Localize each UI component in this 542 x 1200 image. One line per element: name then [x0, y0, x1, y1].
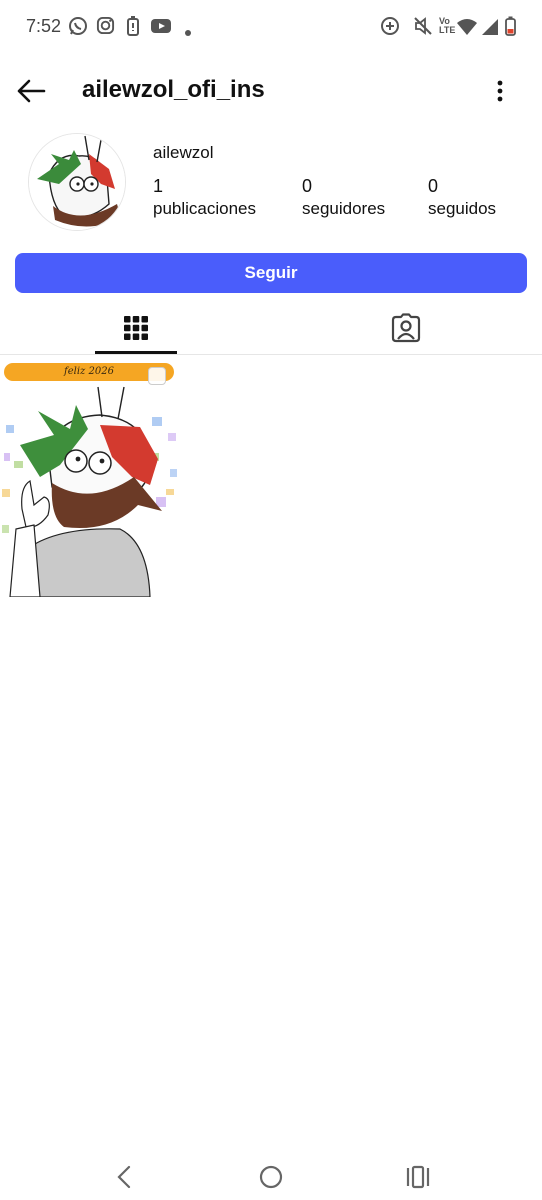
more-vertical-icon: [497, 80, 503, 102]
mute-icon: [413, 16, 433, 41]
avatar-illustration: [29, 134, 125, 230]
nav-back-button[interactable]: [110, 1162, 140, 1192]
dot-icon: [185, 23, 191, 41]
system-nav-bar: [0, 1150, 542, 1200]
nav-home-icon: [259, 1165, 283, 1189]
display-name: ailewzol: [153, 143, 214, 162]
status-time: 7:52: [26, 16, 62, 36]
stat-posts-label: publicaciones: [153, 199, 257, 218]
tab-posts-grid[interactable]: [95, 300, 177, 355]
header-username: ailewzol_ofi_ins: [82, 76, 265, 103]
stat-followers[interactable]: 0 seguidores: [302, 175, 385, 221]
stat-following-value: 0: [428, 176, 439, 196]
volte-icon: Vo LTE: [439, 17, 455, 35]
back-button[interactable]: [14, 74, 48, 108]
tab-tagged[interactable]: [365, 300, 447, 355]
signal-icon: [481, 18, 499, 41]
grid-icon: [124, 315, 148, 340]
post-thumbnail[interactable]: feliz 2026: [0, 357, 179, 597]
carousel-icon: [148, 367, 166, 385]
post-illustration: [0, 357, 179, 597]
avatar[interactable]: [28, 133, 126, 231]
youtube-icon: [150, 16, 172, 41]
volte-label-bottom: LTE: [439, 25, 456, 35]
profile-header: ailewzol_ofi_ins: [0, 66, 542, 116]
status-bar: 7:52 Vo LTE: [0, 0, 542, 56]
battery-saver-icon: [127, 16, 139, 41]
arrow-left-icon: [17, 79, 46, 103]
follow-button[interactable]: Seguir: [15, 253, 527, 293]
nav-recents-icon: [406, 1165, 430, 1189]
stat-following-label: seguidos: [428, 199, 497, 218]
tagged-person-icon: [391, 312, 421, 342]
nav-back-icon: [117, 1165, 131, 1189]
instagram-icon: [96, 16, 115, 40]
battery-icon: [505, 16, 516, 41]
stat-posts[interactable]: 1 publicaciones: [153, 175, 256, 221]
stat-following[interactable]: 0 seguidos: [428, 175, 496, 221]
stat-posts-value: 1: [153, 176, 164, 196]
active-tab-indicator: [95, 351, 177, 354]
nav-recents-button[interactable]: [403, 1162, 433, 1192]
nav-home-button[interactable]: [256, 1162, 286, 1192]
wifi-icon: [456, 18, 478, 41]
more-options-button[interactable]: [486, 74, 514, 108]
profile-tabs: [0, 300, 542, 355]
stat-followers-value: 0: [302, 176, 313, 196]
data-saver-icon: [380, 16, 400, 41]
stat-followers-label: seguidores: [302, 199, 386, 218]
whatsapp-icon: [68, 16, 88, 41]
